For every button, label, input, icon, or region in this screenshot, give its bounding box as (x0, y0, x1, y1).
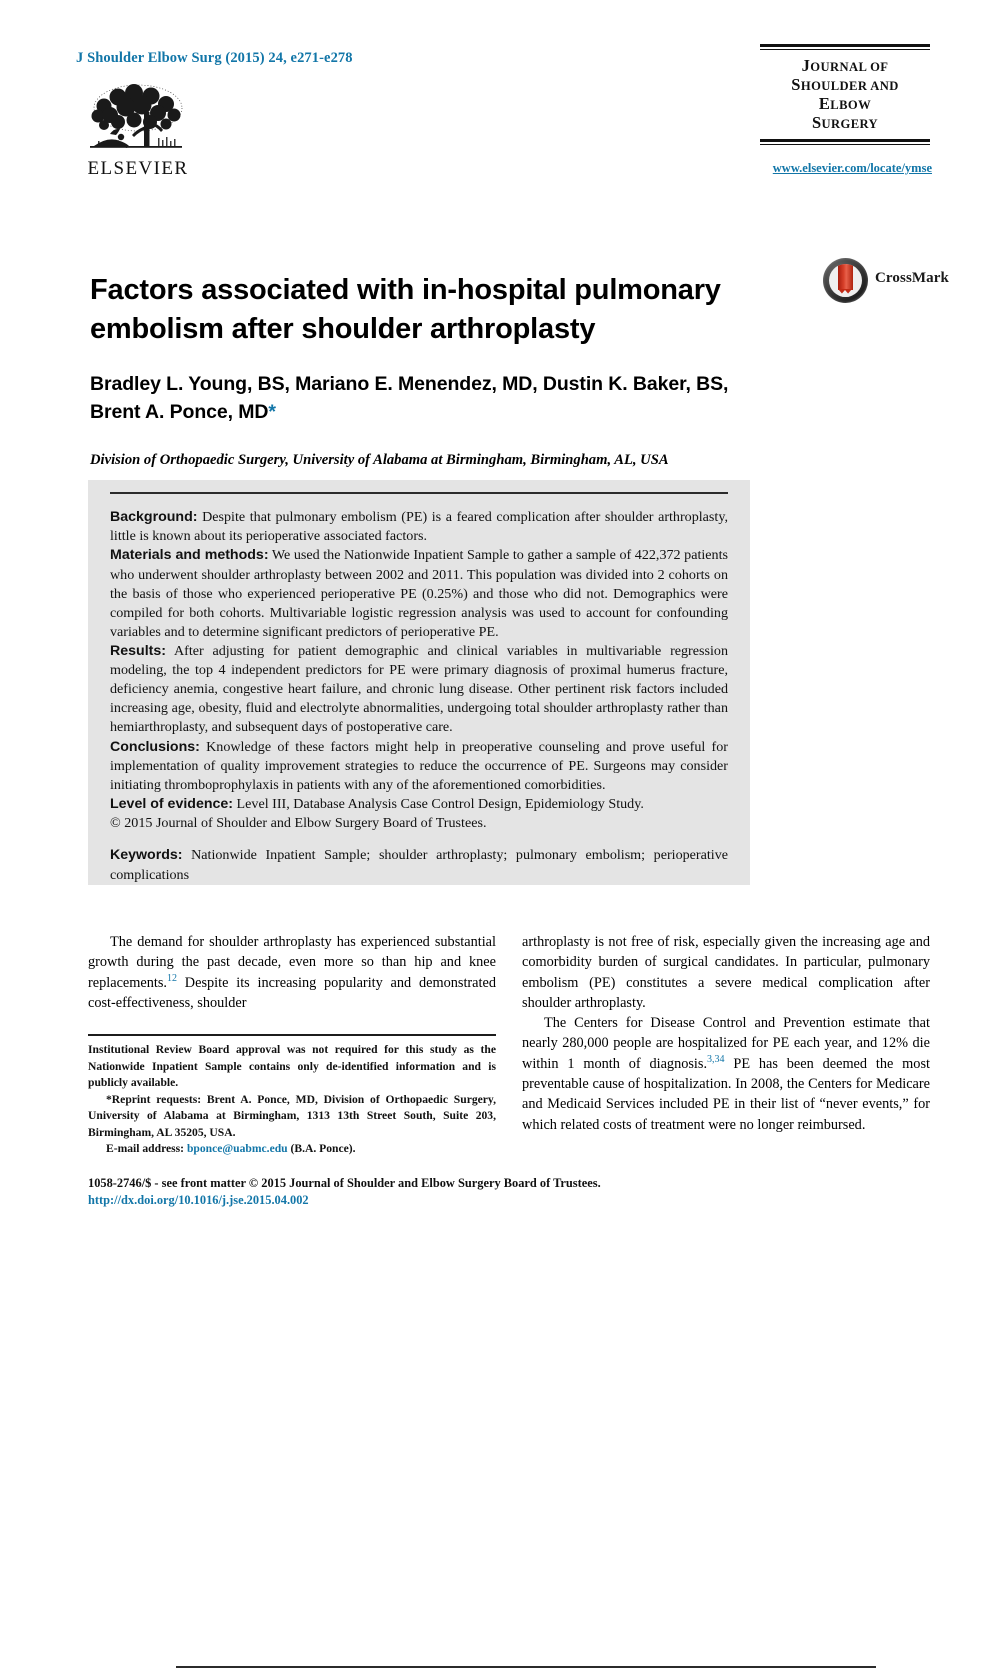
bottom-matter: 1058-2746/$ - see front matter © 2015 Jo… (88, 1176, 788, 1208)
keywords-text: Nationwide Inpatient Sample; shoulder ar… (110, 847, 728, 883)
journal-homepage-link[interactable]: www.elsevier.com/locate/ymse (773, 161, 932, 176)
authors-line-1: Bradley L. Young, BS, Mariano E. Menende… (90, 373, 729, 395)
abstract-background-text: Despite that pulmonary embolism (PE) is … (110, 509, 728, 545)
citation-ref[interactable]: 3,34 (707, 1054, 725, 1065)
abstract-evidence-text: Level III, Database Analysis Case Contro… (233, 795, 644, 812)
journal-reference: J Shoulder Elbow Surg (2015) 24, e271-e2… (76, 50, 353, 66)
masthead-line-2: SHOULDER AND (760, 74, 930, 95)
crossmark-ribbon-notch (838, 290, 852, 297)
abstract-conclusions-label: Conclusions: (110, 738, 200, 755)
crossmark-badge[interactable]: CrossMark (823, 258, 949, 304)
masthead-line-3: ELBOW (760, 93, 930, 114)
elsevier-wordmark: ELSEVIER (87, 158, 189, 179)
abstract-copyright: © 2015 Journal of Shoulder and Elbow Sur… (110, 815, 487, 832)
masthead-l3-rest: LBOW (830, 97, 872, 112)
crossmark-inner-disc (829, 264, 862, 297)
masthead-rule-bottom (760, 138, 930, 145)
masthead-line-1: JOURNAL OF (760, 56, 930, 76)
abstract-methods-label: Materials and methods: (110, 547, 269, 564)
issn-front-matter: 1058-2746/$ - see front matter © 2015 Jo… (88, 1176, 601, 1190)
masthead-line-4: SURGERY (760, 112, 930, 133)
elsevier-tree-icon (90, 84, 183, 148)
intro-paragraph-left: The demand for shoulder arthroplasty has… (88, 932, 496, 1013)
body-column-left: The demand for shoulder arthroplasty has… (88, 932, 496, 1013)
abstract-methods: Materials and methods: We used the Natio… (110, 546, 728, 642)
crossmark-ribbon-icon (838, 264, 853, 297)
author-list: Bradley L. Young, BS, Mariano E. Menende… (90, 370, 820, 427)
intro-paragraph-right-2: The Centers for Disease Control and Prev… (522, 1013, 930, 1135)
abstract-results-label: Results: (110, 642, 166, 659)
email-link[interactable]: bponce@uabmc.edu (187, 1142, 288, 1155)
corresponding-author-marker: * (268, 401, 276, 424)
footnote-email-line: E-mail address: bponce@uabmc.edu (B.A. P… (88, 1141, 496, 1158)
masthead-l2-rest: HOULDER AND (800, 78, 899, 93)
masthead-l1-rest: OURNAL OF (810, 60, 889, 74)
abstract-results-text: After adjusting for patient demographic … (110, 642, 728, 736)
email-suffix: (B.A. Ponce). (287, 1142, 356, 1156)
masthead-rule-top (760, 44, 930, 50)
masthead-l2-cap: S (791, 74, 801, 94)
masthead-l1-cap: J (801, 56, 811, 75)
footnote-rule (88, 1034, 496, 1036)
citation-ref[interactable]: 12 (167, 973, 177, 984)
authors-line-2: Brent A. Ponce, MD (90, 401, 269, 424)
author-affiliation: Division of Orthopaedic Surgery, Univers… (90, 452, 669, 468)
crossmark-label: CrossMark (875, 270, 949, 286)
abstract-results: Results: After adjusting for patient dem… (110, 642, 728, 738)
email-label: E-mail address: (106, 1142, 187, 1156)
masthead-l4-cap: S (811, 112, 822, 132)
abstract-keywords: Keywords: Nationwide Inpatient Sample; s… (110, 846, 728, 884)
elsevier-logo: ELSEVIER (74, 82, 202, 186)
footnote-reprint: *Reprint requests: Brent A. Ponce, MD, D… (88, 1092, 496, 1139)
intro-paragraph-right-1: arthroplasty is not free of risk, especi… (522, 934, 930, 1011)
abstract-conclusions-text: Knowledge of these factors might help in… (110, 738, 728, 793)
journal-masthead: JOURNAL OF SHOULDER AND ELBOW SURGERY (760, 44, 930, 145)
masthead-l3-cap: E (818, 93, 831, 113)
doi-link[interactable]: http://dx.doi.org/10.1016/j.jse.2015.04.… (88, 1193, 788, 1208)
crossmark-circle-icon (823, 258, 868, 303)
keywords-label: Keywords: (110, 847, 183, 864)
abstract-background-label: Background: (110, 509, 198, 525)
footnote-block: Institutional Review Board approval was … (88, 1034, 496, 1158)
abstract-background: Background: Despite that pulmonary embol… (110, 508, 728, 546)
masthead-l4-rest: URGERY (821, 116, 879, 131)
article-page: J Shoulder Elbow Surg (2015) 24, e271-e2… (0, 0, 990, 1668)
abstract-evidence-label: Level of evidence: (110, 795, 234, 812)
abstract-rule-top (110, 492, 728, 494)
abstract-evidence: Level of evidence: Level III, Database A… (110, 795, 728, 814)
footnote-irb: Institutional Review Board approval was … (88, 1043, 496, 1090)
article-title: Factors associated with in-hospital pulm… (90, 274, 721, 345)
abstract-panel: Background: Despite that pulmonary embol… (88, 480, 876, 1668)
abstract-conclusions: Conclusions: Knowledge of these factors … (110, 738, 728, 795)
body-column-right: arthroplasty is not free of risk, especi… (522, 932, 930, 1135)
